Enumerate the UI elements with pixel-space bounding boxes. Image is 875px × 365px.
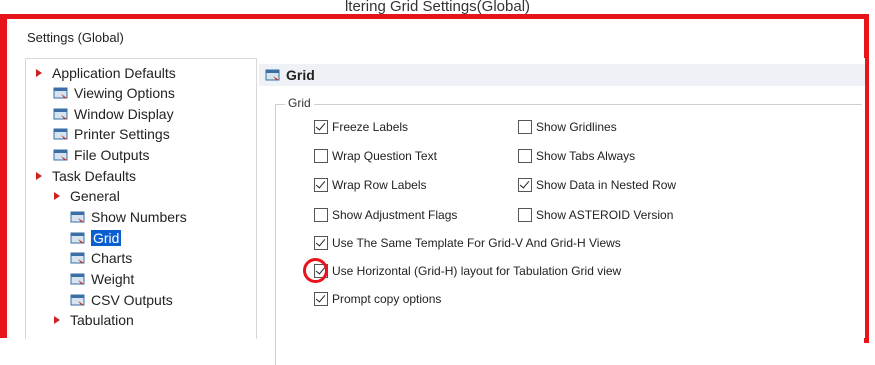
tree-item-label: Tabulation [70,312,134,328]
tree-item-printer-settings[interactable]: Printer Settings [53,124,170,144]
expand-arrow-icon[interactable] [36,172,42,180]
settings-page-icon [70,211,86,223]
show-data-nested-row-option[interactable]: Show Data in Nested Row [518,176,676,194]
freeze-labels-checkbox[interactable] [314,120,328,134]
show-tabs-always-option[interactable]: Show Tabs Always [518,147,635,165]
option-label: Show Tabs Always [536,149,636,163]
settings-page-icon [53,87,69,99]
show-asteroid-version-checkbox[interactable] [518,208,532,222]
window-title: Settings (Global) [27,30,124,45]
tree-item-label: Viewing Options [74,85,175,101]
same-template-checkbox[interactable] [314,236,328,250]
same-template-option[interactable]: Use The Same Template For Grid-V And Gri… [314,234,621,252]
settings-page-icon [53,108,69,120]
tree-item-label: General [70,188,120,204]
prompt-copy-option[interactable]: Prompt copy options [314,290,441,308]
panel-header: Grid [259,64,865,86]
panel-title: Grid [286,67,315,83]
expand-arrow-icon[interactable] [36,69,42,77]
expand-arrow-icon[interactable] [54,192,60,200]
tree-item-task-defaults[interactable]: Task Defaults [36,166,136,186]
tree-item-label: Grid [91,230,122,246]
tree-item-tabulation[interactable]: Tabulation [54,310,134,330]
option-label: Prompt copy options [332,292,442,306]
option-label: Use The Same Template For Grid-V And Gri… [332,236,621,250]
annotation-frame-left [0,14,7,338]
settings-page-icon [53,128,69,140]
option-label: Wrap Row Labels [332,178,427,192]
expand-arrow-icon[interactable] [54,316,60,324]
horizontal-layout-option[interactable]: Use Horizontal (Grid-H) layout for Tabul… [314,262,621,280]
tree-item-viewing-options[interactable]: Viewing Options [53,83,175,103]
show-asteroid-version-option[interactable]: Show ASTEROID Version [518,206,673,224]
wrap-question-text-option[interactable]: Wrap Question Text [314,147,437,165]
show-adjustment-flags-option[interactable]: Show Adjustment Flags [314,206,457,224]
show-data-nested-row-checkbox[interactable] [518,178,532,192]
prompt-copy-checkbox[interactable] [314,292,328,306]
wrap-question-text-checkbox[interactable] [314,149,328,163]
annotation-circle [303,258,328,283]
settings-page-icon [70,273,86,285]
tree-item-label: File Outputs [74,147,150,163]
show-adjustment-flags-checkbox[interactable] [314,208,328,222]
settings-page-icon [53,149,69,161]
group-label: Grid [285,96,314,110]
settings-panel: Grid Grid Freeze Labels Show Gridlines W… [259,58,865,365]
option-label: Use Horizontal (Grid-H) layout for Tabul… [332,264,622,278]
tree-item-window-display[interactable]: Window Display [53,104,174,124]
option-label: Show Gridlines [536,120,617,134]
wrap-row-labels-option[interactable]: Wrap Row Labels [314,176,427,194]
show-gridlines-checkbox[interactable] [518,120,532,134]
tree-item-label: Window Display [74,106,174,122]
tree-item-label: Show Numbers [91,209,187,225]
settings-tree: Application Defaults Viewing Options Win… [25,58,257,339]
option-label: Show Adjustment Flags [332,208,458,222]
tree-item-label: Printer Settings [74,126,170,142]
tree-item-application-defaults[interactable]: Application Defaults [36,63,176,83]
settings-page-icon [70,232,86,244]
tree-item-label: Task Defaults [52,168,137,184]
show-tabs-always-checkbox[interactable] [518,149,532,163]
tree-item-label: Charts [91,250,133,266]
tree-item-general[interactable]: General [54,186,120,206]
settings-page-icon [70,294,86,306]
tree-item-label: Application Defaults [52,65,176,81]
tree-item-grid[interactable]: Grid [70,228,122,248]
show-gridlines-option[interactable]: Show Gridlines [518,118,617,136]
tree-item-label: CSV Outputs [91,292,173,308]
option-label: Wrap Question Text [332,149,437,163]
settings-page-icon [70,252,86,264]
freeze-labels-option[interactable]: Freeze Labels [314,118,408,136]
tree-item-weight[interactable]: Weight [70,269,134,289]
tree-item-charts[interactable]: Charts [70,248,132,268]
option-label: Show ASTEROID Version [536,208,674,222]
option-label: Show Data in Nested Row [536,178,677,192]
tree-item-file-outputs[interactable]: File Outputs [53,145,149,165]
tree-item-csv-outputs[interactable]: CSV Outputs [70,290,173,310]
tree-item-show-numbers[interactable]: Show Numbers [70,207,187,227]
tree-item-label: Weight [91,271,135,287]
settings-page-icon [265,69,281,81]
option-label: Freeze Labels [332,120,409,134]
wrap-row-labels-checkbox[interactable] [314,178,328,192]
